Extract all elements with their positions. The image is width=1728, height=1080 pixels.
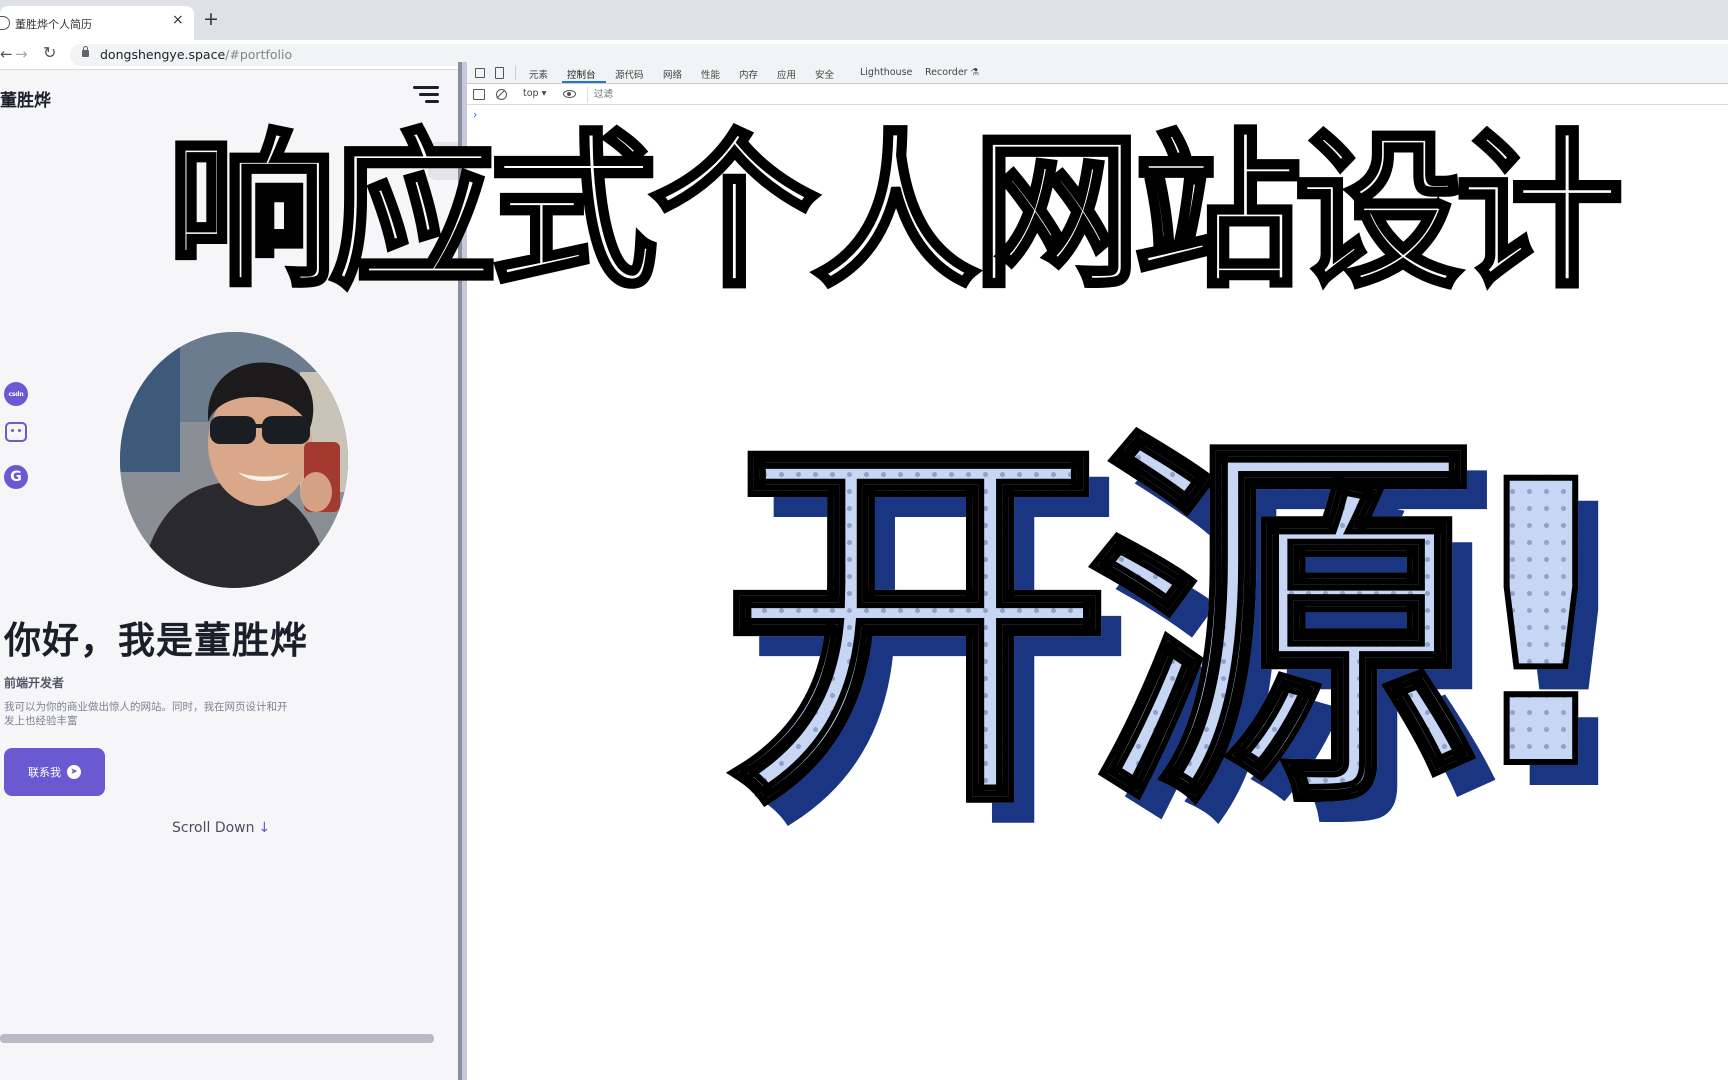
- tab-network[interactable]: 网络: [663, 67, 682, 81]
- favicon-icon: [0, 16, 10, 30]
- context-selector[interactable]: top ▾: [523, 88, 546, 99]
- url-domain: dongshengye.space: [100, 47, 226, 62]
- tab-lighthouse[interactable]: Lighthouse: [860, 67, 912, 78]
- console-filter-input[interactable]: 过滤: [587, 87, 887, 103]
- tab-elements[interactable]: 元素: [529, 67, 548, 81]
- menu-bar: [425, 100, 439, 103]
- csdn-link-icon[interactable]: csdn: [4, 382, 28, 406]
- bilibili-link-icon[interactable]: [5, 422, 27, 442]
- sidebar-toggle-icon[interactable]: [473, 89, 485, 100]
- scroll-down-label: Scroll Down: [172, 820, 255, 836]
- scroll-down-link[interactable]: Scroll Down ↓: [172, 820, 270, 836]
- inspect-element-icon[interactable]: [475, 68, 485, 78]
- new-tab-button[interactable]: +: [203, 8, 219, 30]
- overlay-banner-text: 响应式个人网站设计: [165, 116, 1625, 310]
- site-logo[interactable]: 董胜烨: [0, 86, 51, 111]
- hero-subtitle: 前端开发者: [4, 676, 65, 690]
- active-tab-indicator: [562, 81, 606, 83]
- console-toolbar: top ▾ 过滤: [467, 85, 1728, 105]
- eye-icon[interactable]: [563, 90, 576, 98]
- overlay-headline: 开源!: [719, 400, 1633, 854]
- gitee-link-icon[interactable]: G: [4, 465, 28, 489]
- hero-title: 你好，我是董胜烨: [4, 619, 308, 662]
- clear-console-icon[interactable]: [496, 89, 507, 100]
- tab-application[interactable]: 应用: [777, 67, 796, 81]
- devtools-tab-bar: 元素 控制台 源代码 网络 性能 内存 应用 安全 Lighthouse Rec…: [467, 62, 1728, 84]
- send-icon: ➤: [67, 765, 81, 779]
- back-button[interactable]: ←: [0, 45, 13, 63]
- menu-bar: [413, 86, 439, 89]
- tab-performance[interactable]: 性能: [701, 67, 720, 81]
- lock-icon[interactable]: [82, 46, 89, 57]
- divider: [515, 66, 516, 80]
- tab-strip: 董胜烨个人简历 × +: [0, 0, 1728, 40]
- menu-icon[interactable]: [413, 85, 439, 103]
- url-path: /#portfolio: [225, 47, 293, 62]
- url-text[interactable]: dongshengye.space/#portfolio: [100, 47, 292, 62]
- avatar: [120, 332, 348, 588]
- tab-sources[interactable]: 源代码: [615, 67, 644, 81]
- arrow-down-icon: ↓: [258, 820, 271, 836]
- tab-memory[interactable]: 内存: [739, 67, 758, 81]
- horizontal-scrollbar[interactable]: [0, 1034, 434, 1043]
- tab-recorder[interactable]: Recorder ⚗: [925, 67, 979, 78]
- tab-console[interactable]: 控制台: [567, 67, 596, 81]
- avatar-photo: [120, 332, 348, 588]
- menu-bar: [419, 93, 439, 96]
- reload-button[interactable]: ↻: [43, 43, 56, 62]
- tab-close-icon[interactable]: ×: [172, 12, 184, 28]
- browser-tab[interactable]: 董胜烨个人简历 ×: [0, 6, 194, 40]
- tab-security[interactable]: 安全: [815, 67, 834, 81]
- hero-description: 我可以为你的商业做出惊人的网站。同时，我在网页设计和开发上也经验丰富: [4, 701, 288, 727]
- tab-title: 董胜烨个人简历: [15, 18, 92, 31]
- device-toolbar-icon[interactable]: [495, 67, 504, 79]
- forward-button[interactable]: →: [15, 45, 28, 63]
- contact-button-label: 联系我: [28, 766, 61, 779]
- contact-me-button[interactable]: 联系我 ➤: [4, 748, 105, 796]
